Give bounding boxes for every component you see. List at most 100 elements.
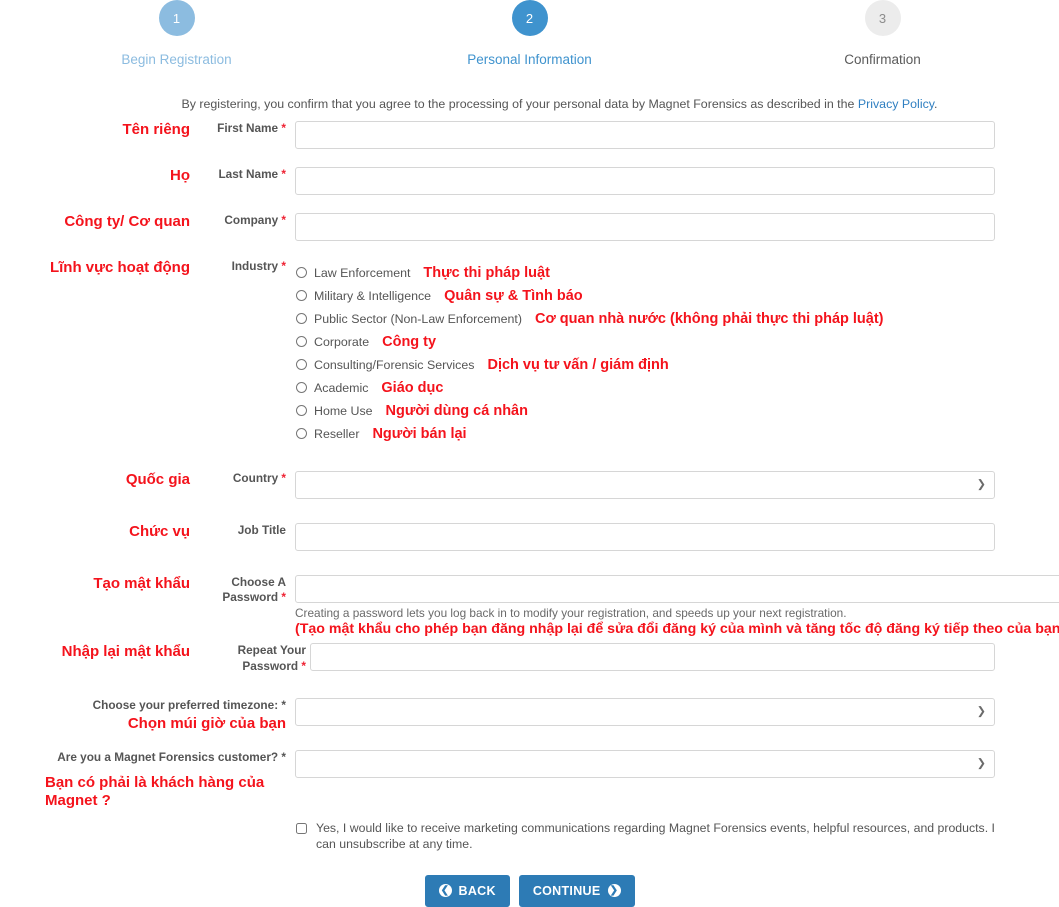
repeat-password-label: Repeat Your Password * <box>190 643 310 674</box>
industry-option-label-4: Consulting/Forensic Services <box>314 357 475 372</box>
timezone-annotation-vi: Chọn múi giờ của bạn <box>127 714 286 732</box>
industry-radio-law-enforcement[interactable] <box>296 267 307 278</box>
row-country: Quốc gia Country * ❯ <box>0 471 1059 499</box>
magnet-customer-label: Are you a Magnet Forensics customer? * <box>0 750 286 765</box>
industry-option-annotation-vi-7: Người bán lại <box>372 425 467 442</box>
job-title-annotation-vi: Chức vụ <box>129 523 190 540</box>
marketing-optin-checkbox[interactable] <box>296 822 307 834</box>
company-annotation-vi: Công ty/ Cơ quan <box>64 213 190 230</box>
last-name-required-mark: * <box>281 167 286 181</box>
step-begin-registration[interactable]: 1 Begin Registration <box>0 0 353 67</box>
industry-option-label-0: Law Enforcement <box>314 265 411 280</box>
row-magnet-customer: Are you a Magnet Forensics customer? * B… <box>0 749 1059 853</box>
industry-radio-academic[interactable] <box>296 382 307 393</box>
company-required-mark: * <box>281 213 286 227</box>
repeat-password-annotation-vi: Nhập lại mật khẩu <box>61 643 190 661</box>
industry-option-label-1: Military & Intelligence <box>314 288 432 303</box>
industry-option-label-2: Public Sector (Non-Law Enforcement) <box>314 311 522 326</box>
industry-option-annotation-vi-2: Cơ quan nhà nước (không phải thực thi ph… <box>534 310 884 327</box>
industry-option-label-6: Home Use <box>314 403 373 418</box>
magnet-customer-select[interactable] <box>295 749 995 778</box>
back-button[interactable]: ❮ BACK <box>424 874 510 907</box>
marketing-optin-row[interactable]: Yes, I would like to receive marketing c… <box>295 820 995 853</box>
row-last-name: Họ Last Name * <box>0 167 1059 195</box>
industry-option-academic[interactable]: Academic Giáo dục <box>295 376 995 399</box>
company-label-text: Company <box>224 213 279 227</box>
last-name-input[interactable] <box>295 167 995 195</box>
industry-option-home-use[interactable]: Home Use Người dùng cá nhân <box>295 399 995 422</box>
row-repeat-password: Nhập lại mật khẩu Repeat Your Password * <box>0 643 1059 674</box>
row-industry: Lĩnh vực hoạt động Industry * Law Enforc… <box>0 259 1059 445</box>
first-name-label: First Name * <box>190 121 290 136</box>
last-name-label: Last Name * <box>190 167 290 182</box>
first-name-input[interactable] <box>295 121 995 149</box>
industry-option-label-7: Reseller <box>314 426 360 441</box>
password-help-annotation-vi: (Tạo mật khẩu cho phép bạn đăng nhập lại… <box>295 620 1059 637</box>
privacy-policy-link[interactable]: Privacy Policy <box>858 97 934 111</box>
industry-radio-public-sector[interactable] <box>296 313 307 324</box>
industry-option-annotation-vi-1: Quân sự & Tình báo <box>444 287 583 304</box>
step-2-number: 2 <box>511 0 548 36</box>
continue-button[interactable]: CONTINUE ❯ <box>518 874 635 907</box>
job-title-label: Job Title <box>190 523 290 538</box>
step-2-label: Personal Information <box>467 52 592 67</box>
industry-required-mark: * <box>281 259 286 273</box>
job-title-label-text: Job Title <box>237 523 286 537</box>
industry-option-annotation-vi-5: Giáo dục <box>381 379 444 396</box>
industry-option-corporate[interactable]: Corporate Công ty <box>295 330 995 353</box>
step-personal-information[interactable]: 2 Personal Information <box>353 0 706 67</box>
industry-radio-corporate[interactable] <box>296 336 307 347</box>
row-first-name: Tên riêng First Name * <box>0 121 1059 149</box>
timezone-label-block: Choose your preferred timezone: * Chọn m… <box>0 698 290 733</box>
consent-notice: By registering, you confirm that you agr… <box>0 97 1059 111</box>
repeat-password-input[interactable] <box>310 643 995 672</box>
industry-option-reseller[interactable]: Reseller Người bán lại <box>295 422 995 445</box>
industry-option-military-intelligence[interactable]: Military & Intelligence Quân sự & Tình b… <box>295 284 995 307</box>
timezone-select[interactable] <box>295 698 995 727</box>
step-1-number: 1 <box>158 0 195 36</box>
industry-option-annotation-vi-0: Thực thi pháp luật <box>423 264 550 281</box>
magnet-customer-label-text: Are you a Magnet Forensics customer? <box>57 749 279 764</box>
industry-option-annotation-vi-6: Người dùng cá nhân <box>385 402 528 419</box>
registration-stepper: 1 Begin Registration 2 Personal Informat… <box>0 0 1059 67</box>
step-confirmation: 3 Confirmation <box>706 0 1059 67</box>
marketing-optin-label: Yes, I would like to receive marketing c… <box>316 820 995 852</box>
industry-radio-reseller[interactable] <box>296 428 307 439</box>
choose-password-required-mark: * <box>281 590 286 605</box>
choose-password-input[interactable] <box>295 575 1059 603</box>
choose-password-label-text: Choose A Password <box>222 575 286 605</box>
repeat-password-required-mark: * <box>301 658 306 673</box>
industry-option-annotation-vi-3: Công ty <box>382 333 437 350</box>
magnet-customer-annotation-vi: Bạn có phải là khách hàng của Magnet ? <box>45 774 265 810</box>
industry-radio-military-intelligence[interactable] <box>296 290 307 301</box>
form-actions: ❮ BACK CONTINUE ❯ <box>0 874 1059 907</box>
industry-annotation-vi: Lĩnh vực hoạt động <box>49 259 190 276</box>
country-required-mark: * <box>281 471 286 485</box>
industry-option-law-enforcement[interactable]: Law Enforcement Thực thi pháp luật <box>295 261 995 284</box>
industry-option-public-sector[interactable]: Public Sector (Non-Law Enforcement) Cơ q… <box>295 307 995 330</box>
industry-option-label-3: Corporate <box>314 334 370 349</box>
arrow-right-circle-icon: ❯ <box>607 884 621 898</box>
password-help-text: Creating a password lets you log back in… <box>295 606 847 620</box>
first-name-annotation-vi: Tên riêng <box>122 121 190 138</box>
magnet-customer-required-mark: * <box>281 749 286 764</box>
first-name-label-text: First Name <box>217 121 279 135</box>
industry-label: Industry * <box>190 259 290 274</box>
company-input[interactable] <box>295 213 995 241</box>
row-company: Công ty/ Cơ quan Company * <box>0 213 1059 241</box>
row-choose-password: Tạo mật khẩu Choose A Password * Creatin… <box>0 575 1059 638</box>
industry-radio-home-use[interactable] <box>296 405 307 416</box>
magnet-customer-label-block: Are you a Magnet Forensics customer? * B… <box>0 750 290 811</box>
industry-radio-group: Law Enforcement Thực thi pháp luật Milit… <box>295 259 995 445</box>
consent-period: . <box>934 97 938 111</box>
job-title-input[interactable] <box>295 523 995 551</box>
country-select[interactable] <box>295 471 995 499</box>
industry-label-text: Industry <box>231 259 279 273</box>
industry-radio-consulting-forensic-services[interactable] <box>296 359 307 370</box>
last-name-label-text: Last Name <box>218 167 279 181</box>
choose-password-annotation-vi: Tạo mật khẩu <box>93 575 190 592</box>
choose-password-label: Choose A Password * <box>190 575 290 606</box>
industry-option-consulting-forensic-services[interactable]: Consulting/Forensic Services Dịch vụ tư … <box>295 353 995 376</box>
repeat-password-label-text: Repeat Your Password <box>237 643 306 673</box>
industry-option-annotation-vi-4: Dịch vụ tư vấn / giám định <box>487 356 669 373</box>
